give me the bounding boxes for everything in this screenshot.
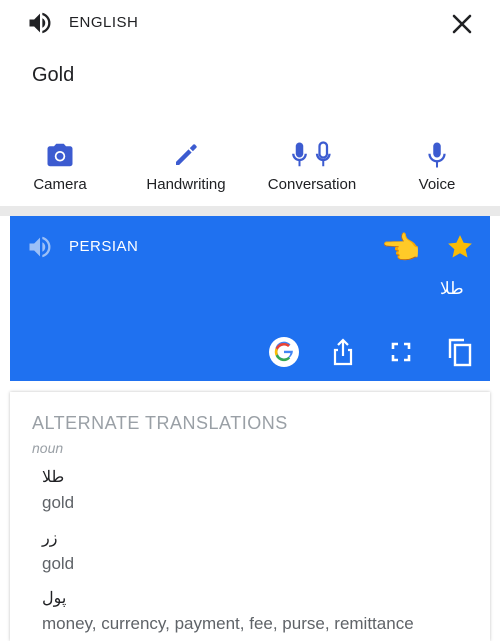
fullscreen-icon[interactable] [385, 336, 417, 368]
alternate-translations-title: ALTERNATE TRANSLATIONS [32, 413, 288, 433]
part-of-speech-label: noun [32, 440, 64, 456]
translation-speaker-icon[interactable] [26, 233, 54, 261]
alternate-meaning: gold [42, 493, 75, 512]
pointing-hand-annotation: 👉 [382, 230, 422, 266]
star-icon[interactable] [445, 232, 475, 262]
alternate-item[interactable]: پول money, currency, payment, fee, purse… [42, 588, 414, 634]
alternate-item[interactable]: زر gold [42, 528, 74, 574]
voice-mode-label: Voice [418, 176, 456, 193]
section-divider [0, 206, 500, 216]
source-text-input[interactable]: Gold [32, 64, 74, 87]
google-icon[interactable] [268, 336, 300, 368]
translation-text: طلا [440, 279, 464, 298]
copy-icon[interactable] [444, 336, 476, 368]
close-icon[interactable] [446, 8, 478, 40]
camera-mode-button[interactable]: Camera [24, 140, 96, 206]
camera-mode-label: Camera [33, 176, 87, 193]
alternate-word: پول [42, 590, 67, 607]
conversation-mode-label: Conversation [267, 176, 357, 193]
mic-icon [428, 142, 446, 168]
alternate-meaning: gold [42, 554, 75, 573]
source-language-label[interactable]: ENGLISH [69, 14, 138, 31]
target-language-label[interactable]: PERSIAN [69, 238, 138, 255]
alternate-word: زر [42, 530, 58, 547]
voice-mode-button[interactable]: Voice [407, 140, 467, 206]
translation-card: PERSIAN 👉 طلا [10, 216, 490, 381]
double-mic-icon [292, 141, 331, 167]
alternate-meaning: money, currency, payment, fee, purse, re… [42, 614, 414, 633]
handwriting-mode-label: Handwriting [146, 176, 226, 193]
alternate-word: طلا [42, 469, 65, 486]
handwriting-mode-button[interactable]: Handwriting [136, 140, 236, 206]
pen-icon [176, 144, 197, 165]
alternate-item[interactable]: طلا gold [42, 467, 74, 513]
share-icon[interactable] [327, 336, 359, 368]
input-mode-bar: Camera Handwriting Conversation Voice [0, 140, 500, 206]
camera-icon [47, 143, 73, 167]
conversation-mode-button[interactable]: Conversation [262, 140, 362, 206]
alternate-translations-card: ALTERNATE TRANSLATIONS noun طلا gold زر … [10, 392, 490, 641]
source-speaker-icon[interactable] [26, 9, 54, 37]
